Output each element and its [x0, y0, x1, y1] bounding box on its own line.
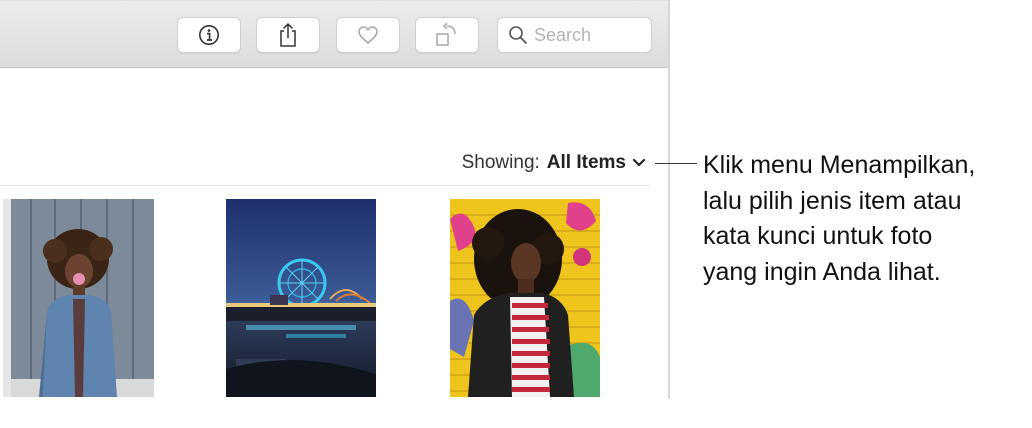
share-button[interactable]: [256, 17, 320, 53]
photos-window: Showing: All Items: [0, 0, 670, 399]
photo-image: [450, 199, 600, 397]
chevron-down-icon: [632, 158, 646, 167]
divider: [0, 185, 650, 186]
callout-line-3: kata kunci untuk foto: [703, 222, 933, 250]
callout-text: Klik menu Menampilkan, lalu pilih jenis …: [703, 148, 1032, 290]
photo-image: [3, 199, 154, 397]
search-field[interactable]: [497, 17, 652, 53]
favorite-button[interactable]: [336, 17, 400, 53]
info-icon: [199, 25, 219, 45]
photo-pier-ferris-wheel[interactable]: [226, 199, 376, 397]
heart-icon: [358, 26, 378, 44]
toolbar: [0, 1, 668, 68]
showing-label: Showing:: [461, 152, 540, 173]
info-button[interactable]: [177, 17, 241, 53]
photo-image: [226, 199, 376, 397]
photo-bubblegum-portrait[interactable]: [3, 199, 154, 397]
search-input[interactable]: [534, 24, 644, 46]
rotate-icon: [436, 22, 456, 46]
showing-menu[interactable]: Showing: All Items: [462, 152, 646, 174]
share-icon: [280, 22, 296, 47]
callout-line: [655, 163, 697, 164]
search-icon: [509, 26, 527, 44]
callout-line-2: lalu pilih jenis item atau: [703, 186, 962, 215]
callout-line-1: Klik menu Menampilkan,: [703, 151, 976, 179]
callout-line-4: yang ingin Anda lihat.: [703, 257, 941, 286]
showing-value: All Items: [546, 152, 626, 173]
photo-yellow-wall-portrait[interactable]: [450, 199, 600, 397]
rotate-button[interactable]: [415, 17, 479, 53]
